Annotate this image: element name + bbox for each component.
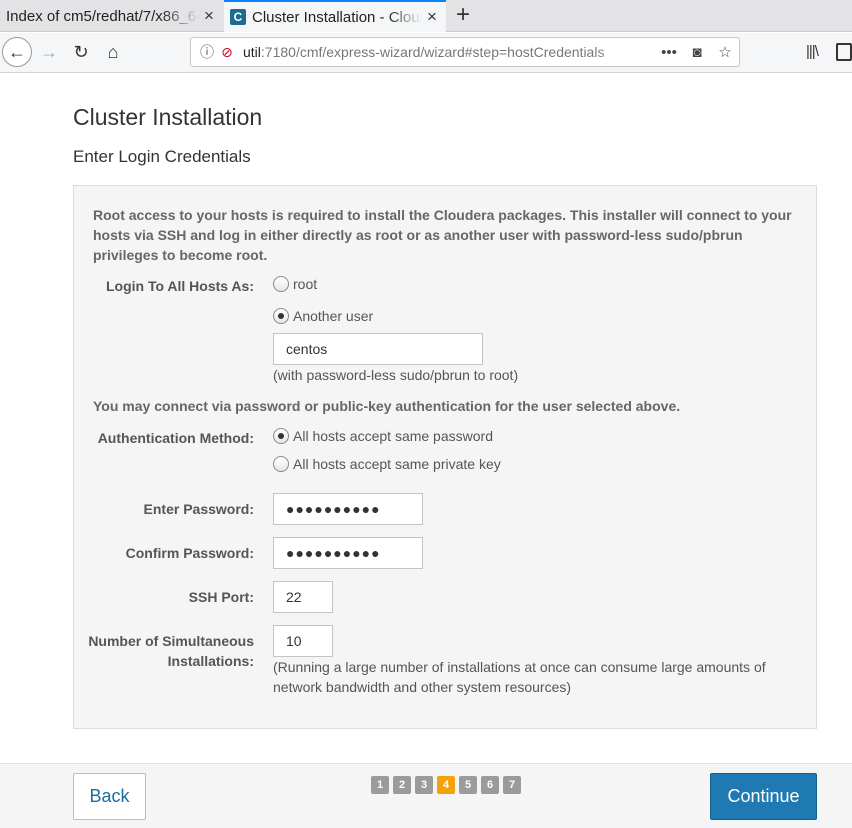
- new-tab-button[interactable]: +: [450, 2, 476, 30]
- tab-cluster-installation[interactable]: C Cluster Installation - Cloudera ×: [224, 0, 446, 32]
- auth-method-label: Authentication Method:: [97, 430, 254, 446]
- radio-password[interactable]: [273, 428, 289, 444]
- ssh-port-label: SSH Port:: [188, 589, 254, 605]
- password-input[interactable]: ●●●●●●●●●●: [273, 493, 423, 525]
- navigation-toolbar: ← → ↻ ⌂ ⓘ ⊘ util:7180/cmf/express-wizard…: [0, 33, 852, 73]
- library-icon[interactable]: |||\: [806, 43, 819, 60]
- cloudera-favicon-icon: C: [230, 9, 246, 25]
- credentials-panel: Root access to your hosts is required to…: [73, 185, 817, 729]
- page-subtitle: Enter Login Credentials: [73, 147, 251, 166]
- radio-password-label: All hosts accept same password: [293, 428, 493, 444]
- wizard-steps: 1 2 3 4 5 6 7: [371, 776, 525, 794]
- close-icon[interactable]: ×: [422, 7, 442, 27]
- step-indicator[interactable]: 1: [371, 776, 389, 794]
- tab-strip: Index of cm5/redhat/7/x86_64 × C Cluster…: [0, 0, 852, 32]
- radio-another-user-label: Another user: [293, 308, 374, 324]
- auth-option-private-key[interactable]: All hosts accept same private key: [273, 456, 501, 472]
- auth-option-password[interactable]: All hosts accept same password: [273, 428, 493, 444]
- url-text[interactable]: util:7180/cmf/express-wizard/wizard#step…: [243, 44, 655, 60]
- radio-root-label: root: [293, 276, 318, 292]
- tab-title: Cluster Installation - Cloudera: [252, 8, 422, 26]
- reload-icon[interactable]: ↻: [66, 37, 96, 67]
- login-label: Login To All Hosts As:: [105, 278, 254, 294]
- back-button[interactable]: Back: [73, 773, 146, 820]
- url-bar[interactable]: ⓘ ⊘ util:7180/cmf/express-wizard/wizard#…: [190, 37, 740, 67]
- username-input[interactable]: centos: [273, 333, 483, 365]
- info-icon[interactable]: ⓘ: [197, 42, 217, 62]
- confirm-password-label: Confirm Password:: [125, 545, 254, 561]
- home-icon[interactable]: ⌂: [98, 37, 128, 67]
- step-indicator[interactable]: 5: [459, 776, 477, 794]
- page-title: Cluster Installation: [73, 104, 263, 130]
- close-icon[interactable]: ×: [199, 6, 219, 26]
- username-note: (with password-less sudo/pbrun to root): [273, 367, 519, 383]
- auth-note: You may connect via password or public-k…: [93, 398, 681, 414]
- tab-title: Index of cm5/redhat/7/x86_64: [6, 7, 199, 25]
- step-indicator[interactable]: 7: [503, 776, 521, 794]
- password-label: Enter Password:: [143, 501, 254, 517]
- step-indicator[interactable]: 3: [415, 776, 433, 794]
- intro-text: Root access to your hosts is required to…: [93, 207, 792, 263]
- sidebar-icon[interactable]: [836, 43, 852, 61]
- insecure-lock-icon[interactable]: ⊘: [217, 44, 237, 61]
- ssh-port-input[interactable]: 22: [273, 581, 333, 613]
- login-option-another-user[interactable]: Another user: [273, 308, 373, 324]
- confirm-password-input[interactable]: ●●●●●●●●●●: [273, 537, 423, 569]
- tab-index-repo[interactable]: Index of cm5/redhat/7/x86_64 ×: [0, 0, 223, 32]
- step-indicator-current: 4: [437, 776, 455, 794]
- radio-private-key[interactable]: [273, 456, 289, 472]
- step-indicator[interactable]: 2: [393, 776, 411, 794]
- radio-private-key-label: All hosts accept same private key: [293, 456, 501, 472]
- back-icon[interactable]: ←: [2, 37, 32, 67]
- login-option-root[interactable]: root: [273, 276, 317, 292]
- url-path: :7180/cmf/express-wizard/wizard#step=hos…: [260, 44, 605, 60]
- simultaneous-installs-label: Number of Simultaneous Installations:: [88, 633, 254, 669]
- radio-another-user[interactable]: [273, 308, 289, 324]
- forward-icon[interactable]: →: [34, 37, 64, 67]
- step-indicator[interactable]: 6: [481, 776, 499, 794]
- pocket-icon[interactable]: ◙: [683, 44, 711, 61]
- url-host: util: [243, 44, 261, 60]
- continue-button[interactable]: Continue: [710, 773, 817, 820]
- simultaneous-installs-input[interactable]: 10: [273, 625, 333, 657]
- wizard-footer: Back 1 2 3 4 5 6 7 Continue: [0, 763, 852, 828]
- radio-root[interactable]: [273, 276, 289, 292]
- bookmark-star-icon[interactable]: ☆: [711, 43, 739, 61]
- simultaneous-installs-note: (Running a large number of installations…: [273, 659, 766, 695]
- more-icon[interactable]: •••: [655, 44, 683, 61]
